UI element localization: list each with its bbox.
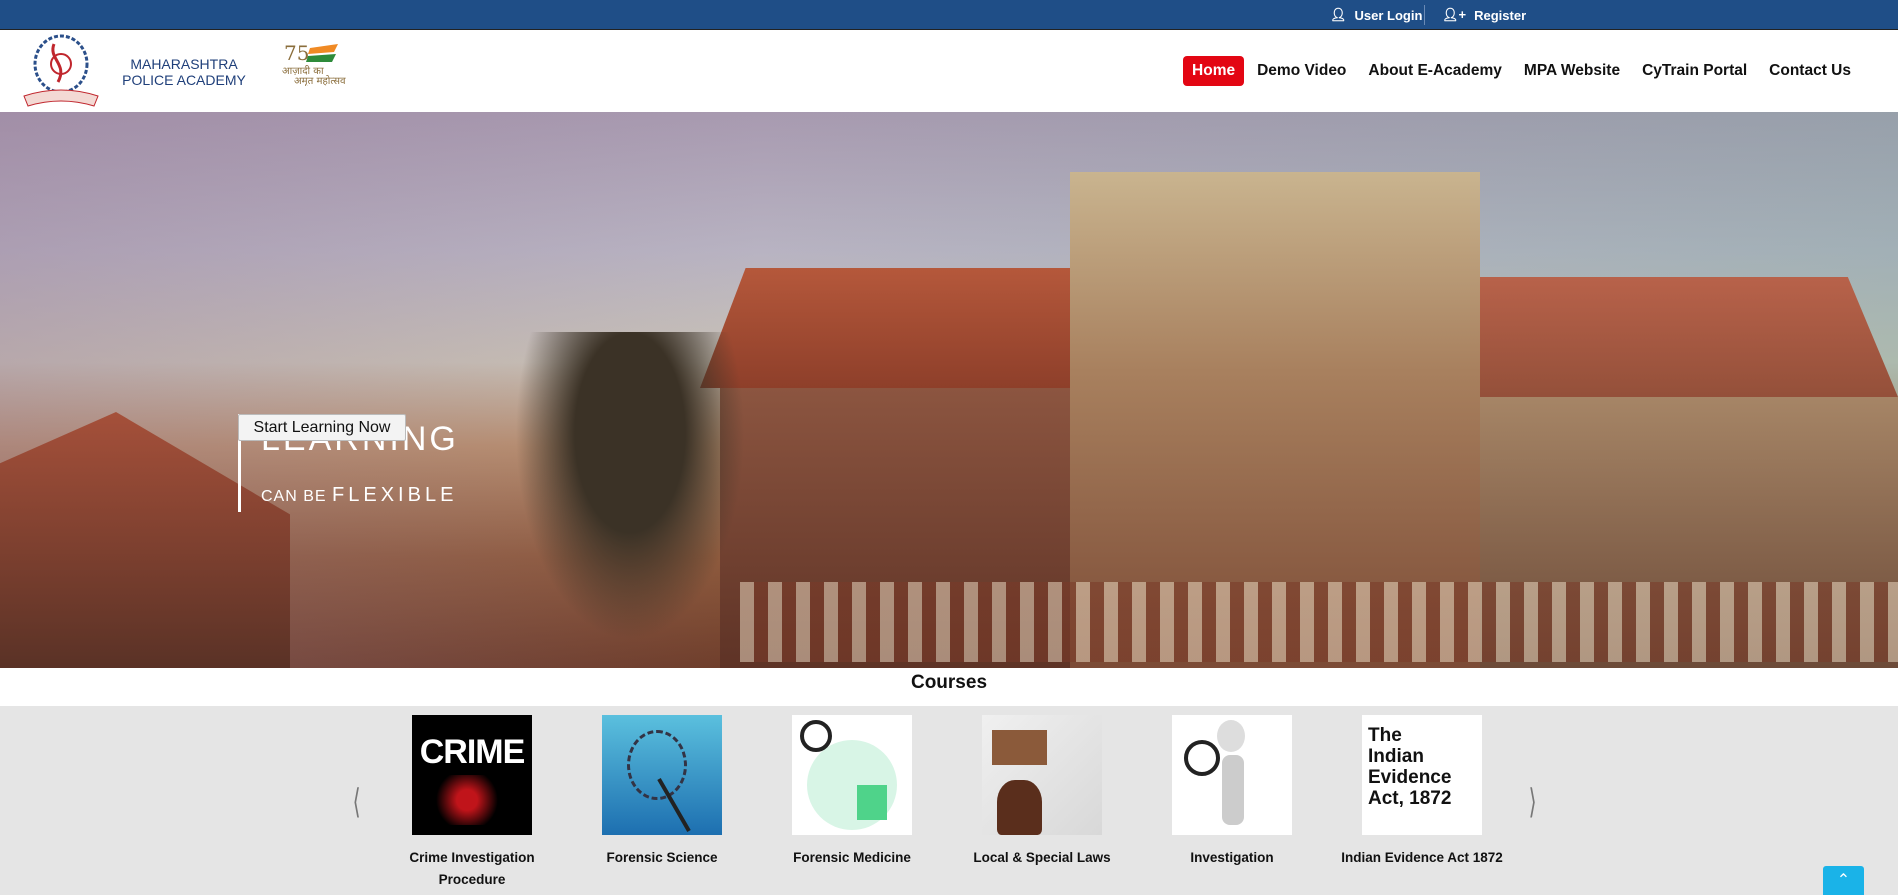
hero-subtitle-small: CAN BE [261,488,327,505]
course-label: Forensic Medicine [793,850,911,865]
courses-heading: Courses [910,672,988,693]
hero-banner: LEARNING CAN BE FLEXIBLE [0,112,1898,668]
course-label: Investigation [1190,850,1274,865]
course-label: Forensic Science [606,850,718,865]
main-nav: Home Demo Video About E-Academy MPA Webs… [1183,56,1860,86]
course-card-local-special-laws[interactable]: Local & Special Laws [947,715,1137,869]
header: MAHARASHTRA POLICE ACADEMY 75 आज़ादी का … [0,30,1898,112]
course-thumbnail [792,715,912,835]
mpa-logo[interactable] [18,34,104,110]
gavel [997,780,1042,835]
hero-subtitle: CAN BE FLEXIBLE [261,484,457,507]
fingerprint [627,730,687,800]
register-label: Register [1474,7,1527,23]
user-login-link[interactable]: 👤︎ User Login [1330,7,1422,23]
course-thumbnail [982,715,1102,835]
nav-home[interactable]: Home [1183,56,1245,86]
chevron-up-icon[interactable]: ⌃ [1823,866,1864,895]
divider [1424,5,1425,25]
building-arches [740,582,1898,662]
course-thumbnail [602,715,722,835]
course-thumbnail: The Indian Evidence Act, 1872 [1362,715,1482,835]
nav-cytrain-portal[interactable]: CyTrain Portal [1633,56,1756,86]
course-thumbnail: CRIME [412,715,532,835]
palm-tree [500,332,760,668]
nav-mpa-website[interactable]: MPA Website [1515,56,1629,86]
user-icon: 👤︎ [1330,7,1347,22]
course-card-forensic-medicine[interactable]: Forensic Medicine [757,715,947,869]
course-label: Crime Investigation Procedure [409,850,535,887]
course-card-crime-investigation[interactable]: CRIME Crime Investigation Procedure [377,715,567,891]
start-learning-button[interactable]: Start Learning Now [238,414,406,441]
register-link[interactable]: 👤︎+ Register [1442,7,1526,23]
course-thumbnail [1172,715,1292,835]
magnifier [800,720,832,752]
nav-contact-us[interactable]: Contact Us [1760,56,1860,86]
course-card-forensic-science[interactable]: Forensic Science [567,715,757,869]
chevron-right-icon[interactable]: ⟩ [1529,782,1537,822]
course-label: Indian Evidence Act 1872 [1341,850,1503,865]
chevron-left-icon[interactable]: ⟨ [353,782,361,822]
svg-text:अमृत महोत्सव: अमृत महोत्सव [294,75,346,86]
svg-text:75: 75 [284,41,309,65]
logo-text: MAHARASHTRA POLICE ACADEMY [122,56,246,88]
course-card-investigation[interactable]: Investigation [1137,715,1327,869]
hero-subtitle-big: FLEXIBLE [332,484,458,506]
thumb-text: CRIME [419,733,526,771]
person-figure [857,785,887,820]
building-roof [1480,277,1898,397]
figure-body [1222,755,1244,825]
top-bar: 👤︎ User Login 👤︎+ Register [0,0,1898,30]
nav-about-e-academy[interactable]: About E-Academy [1359,56,1511,86]
nav-demo-video[interactable]: Demo Video [1248,56,1355,86]
course-card-indian-evidence-act[interactable]: The Indian Evidence Act, 1872 Indian Evi… [1327,715,1517,869]
user-plus-icon: 👤︎+ [1442,7,1467,22]
figure-head [1217,720,1245,752]
blood-splatter [422,775,512,825]
magnifier [1184,740,1220,776]
course-label: Local & Special Laws [973,850,1111,865]
user-login-label: User Login [1354,7,1423,23]
books [992,730,1047,765]
thumb-text: The Indian Evidence Act, 1872 [1368,725,1452,809]
azadi-ka-amrit-mahotsav-logo: 75 आज़ादी का अमृत महोत्सव [282,41,346,86]
